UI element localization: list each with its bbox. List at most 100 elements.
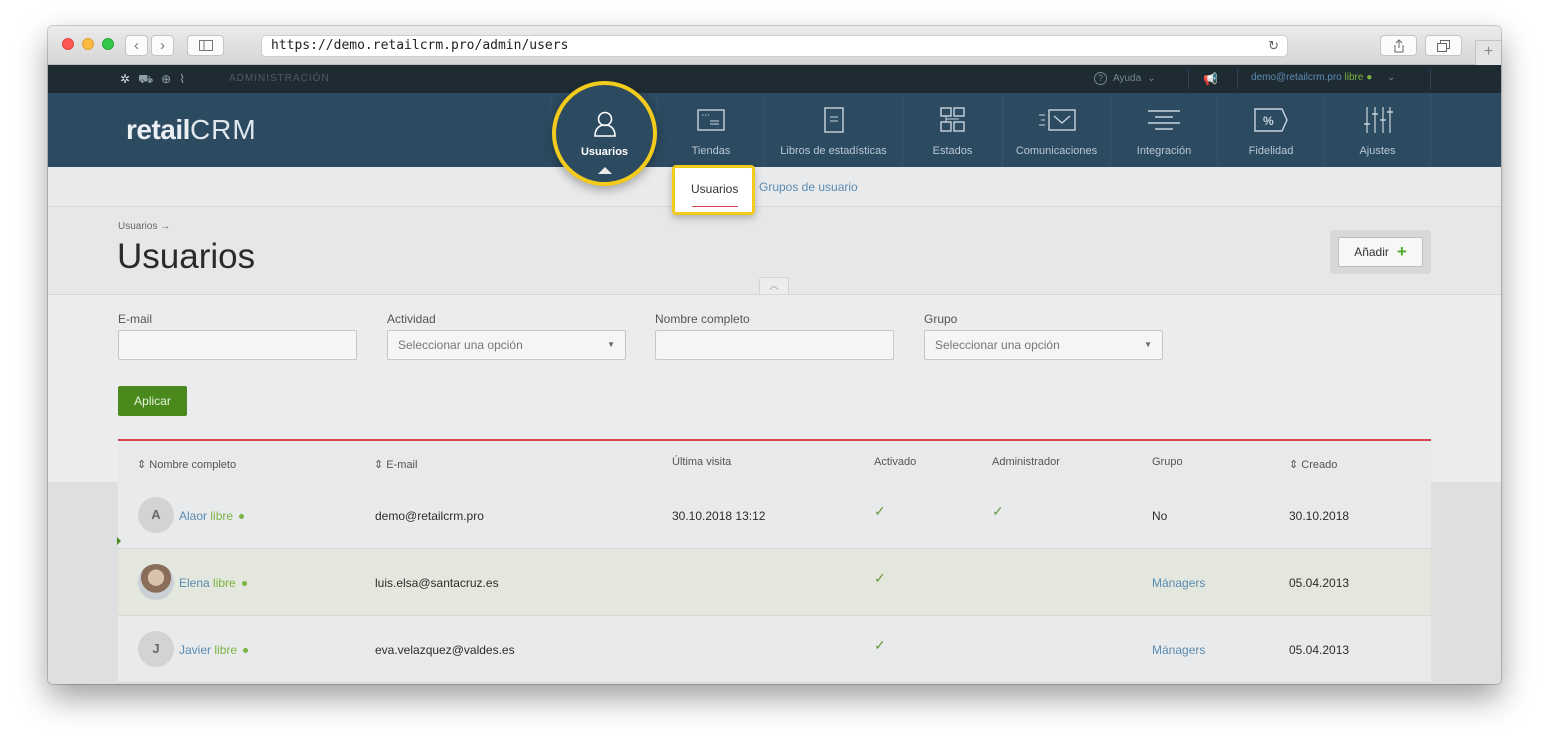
subnav-grupos-de-usuario[interactable]: Grupos de usuario	[759, 180, 858, 194]
user-status: libre	[214, 643, 238, 657]
user-name: Alaor	[179, 509, 208, 523]
subnav-usuarios[interactable]: Usuarios	[672, 165, 755, 215]
row-marker-icon	[117, 537, 121, 545]
column-header-ultima-visita: Última visita	[672, 456, 732, 468]
gear-icon[interactable]: ✲	[120, 72, 130, 88]
column-header-label: E-mail	[386, 459, 418, 471]
table-row[interactable]: A Alaor libre demo@retailcrm.pro 30.10.2…	[118, 482, 1431, 549]
sidebar-toggle-button[interactable]	[187, 35, 224, 56]
nav-item-fidelidad[interactable]: % Fidelidad	[1217, 93, 1324, 167]
user-name: Elena	[179, 576, 210, 590]
apply-filter-button[interactable]: Aplicar	[118, 386, 187, 416]
nav-item-libros-de-estadisticas[interactable]: Libros de estadísticas	[764, 93, 902, 167]
breadcrumb[interactable]: Usuarios →	[118, 221, 170, 232]
svg-text:%: %	[1263, 114, 1274, 128]
sliders-icon	[1363, 107, 1393, 133]
nav-label: Tiendas	[691, 145, 731, 157]
online-dot-icon: ●	[1366, 72, 1373, 83]
page-title: Usuarios	[117, 237, 256, 276]
user-status: libre	[1344, 72, 1364, 83]
subnav-usuarios-label: Usuarios	[691, 182, 739, 196]
online-dot-icon	[239, 514, 245, 520]
minimize-window-button[interactable]	[82, 38, 94, 50]
divider	[1430, 69, 1431, 89]
fullname-filter-input[interactable]	[655, 330, 894, 360]
user-status: libre	[213, 576, 236, 590]
user-name-link[interactable]: Elena libre	[179, 576, 247, 590]
user-last-visit: 30.10.2018 13:12	[672, 509, 766, 523]
user-email: demo@retailcrm.pro	[1251, 72, 1342, 83]
user-group-link[interactable]: Mánagers	[1152, 576, 1205, 590]
online-dot-icon	[241, 581, 247, 587]
table-row[interactable]: Elena libre luis.elsa@santacruz.es ✓ Mán…	[118, 549, 1431, 616]
zoom-window-button[interactable]	[102, 38, 114, 50]
chevron-down-icon: ⌄	[1387, 72, 1396, 83]
nav-label: Fidelidad	[1248, 145, 1294, 157]
forward-button[interactable]: ›	[151, 35, 174, 56]
retailcrm-app: ✲ ⛟ ⊕ ⌇ ADMINISTRACIÓN ? Ayuda ⌄ 📢 demo@…	[48, 65, 1501, 684]
nav-label: Libros de estadísticas	[780, 145, 887, 157]
user-group-link[interactable]: Mánagers	[1152, 643, 1205, 657]
nav-label: Comunicaciones	[1015, 145, 1098, 157]
chevron-up-icon: ︿	[769, 281, 779, 292]
share-button[interactable]	[1380, 35, 1417, 56]
checkmark-icon: ✓	[992, 503, 1004, 519]
user-name-link[interactable]: Javier libre	[179, 643, 249, 657]
column-header-nombre[interactable]: ⇕ Nombre completo	[137, 458, 236, 471]
email-filter-input[interactable]	[118, 330, 357, 360]
column-header-creado[interactable]: ⇕ Creado	[1289, 458, 1337, 471]
cart-icon[interactable]: ⛟	[138, 72, 153, 88]
activity-filter-select[interactable]: Seleccionar una opción ▼	[387, 330, 626, 360]
fullname-filter-label: Nombre completo	[655, 312, 750, 326]
nav-item-comunicaciones[interactable]: Comunicaciones	[1002, 93, 1110, 167]
tabs-overview-button[interactable]	[1425, 35, 1462, 56]
nav-item-estados[interactable]: Estados	[902, 93, 1002, 167]
nav-item-integracion[interactable]: Integración	[1110, 93, 1217, 167]
checkmark-icon: ✓	[874, 503, 886, 519]
divider	[1188, 69, 1189, 89]
chevron-down-icon: ⌄	[1147, 73, 1156, 84]
percent-tag-icon: %	[1254, 108, 1288, 132]
active-underline	[692, 206, 738, 207]
help-menu[interactable]: ? Ayuda ⌄	[1094, 72, 1156, 85]
group-filter-select[interactable]: Seleccionar una opción ▼	[924, 330, 1163, 360]
nav-label-active: Usuarios	[580, 145, 629, 158]
column-header-label: Creado	[1301, 459, 1338, 471]
chevron-right-icon: ›	[160, 37, 165, 54]
section-label: ADMINISTRACIÓN	[229, 73, 330, 84]
avatar	[138, 564, 174, 600]
retailcrm-logo[interactable]: retailCRM	[126, 114, 257, 146]
active-pointer	[597, 167, 612, 174]
nav-item-tiendas[interactable]: Tiendas	[657, 93, 764, 167]
new-tab-button[interactable]: +	[1475, 40, 1501, 65]
checkmark-icon: ✓	[874, 637, 886, 653]
user-status: libre	[210, 509, 234, 523]
dropdown-arrow-icon: ▼	[607, 340, 615, 349]
url-text: https://demo.retailcrm.pro/admin/users	[271, 38, 569, 53]
megaphone-icon[interactable]: 📢	[1203, 72, 1218, 86]
online-dot-icon	[243, 648, 249, 654]
address-bar[interactable]: https://demo.retailcrm.pro/admin/users ↻	[261, 35, 1288, 57]
column-header-label: Nombre completo	[149, 459, 237, 471]
group-select-value: Seleccionar una opción	[935, 338, 1060, 352]
nav-label: Integración	[1136, 145, 1192, 157]
target-icon[interactable]: ⊕	[161, 72, 171, 88]
back-button[interactable]: ‹	[125, 35, 148, 56]
table-row[interactable]: J Javier libre eva.velazquez@valdes.es ✓…	[118, 616, 1431, 683]
column-header-grupo: Grupo	[1152, 456, 1183, 468]
collapse-filters-button[interactable]: ︿	[759, 277, 789, 294]
nav-item-ajustes[interactable]: Ajustes	[1324, 93, 1431, 167]
user-email: eva.velazquez@valdes.es	[375, 643, 515, 657]
user-name-link[interactable]: Alaor libre	[179, 509, 245, 523]
chart-line-icon[interactable]: ⌇	[179, 72, 185, 88]
user-menu[interactable]: demo@retailcrm.pro libre ● ⌄	[1251, 72, 1395, 83]
avatar: J	[138, 631, 174, 667]
nav-item-usuarios-highlight[interactable]: Usuarios	[552, 81, 657, 186]
nav-label: Estados	[932, 145, 973, 157]
close-window-button[interactable]	[62, 38, 74, 50]
activity-filter-label: Actividad	[387, 312, 436, 326]
column-header-email[interactable]: ⇕ E-mail	[374, 458, 417, 471]
reload-icon[interactable]: ↻	[1268, 37, 1279, 57]
status-grid-icon	[939, 107, 965, 132]
add-user-button[interactable]: Añadir +	[1338, 237, 1423, 267]
